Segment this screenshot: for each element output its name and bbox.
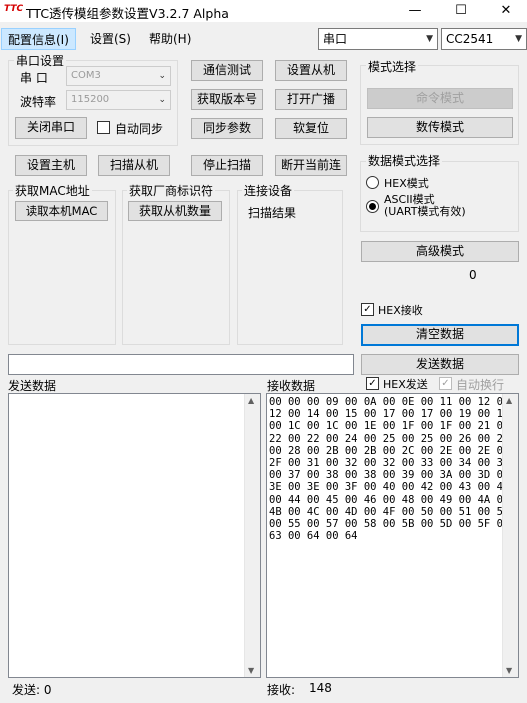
send-count: 发送: 0 xyxy=(12,683,52,697)
chevron-down-icon: ▼ xyxy=(426,34,433,44)
baud-label: 波特率 xyxy=(20,95,57,109)
maximize-button[interactable]: ☐ xyxy=(438,0,484,22)
chevron-down-icon: ⌄ xyxy=(158,95,166,105)
scroll-down-icon[interactable]: ▼ xyxy=(248,666,254,675)
receive-line: 22 00 22 00 24 00 25 00 25 00 26 00 28 xyxy=(269,432,510,445)
com-port-value: COM3 xyxy=(71,70,101,81)
receive-textarea[interactable]: 00 00 00 09 00 0A 00 0E 00 11 00 12 00 12… xyxy=(266,393,519,678)
chevron-down-icon: ▼ xyxy=(515,34,522,44)
transparent-mode-button[interactable]: 数传模式 xyxy=(367,117,513,138)
menu-help[interactable]: 帮助(H) xyxy=(143,28,197,50)
clear-data-button[interactable]: 清空数据 xyxy=(361,324,519,346)
receive-line: 00 37 00 38 00 38 00 39 00 3A 00 3D 00 xyxy=(269,469,510,482)
receive-line: 63 00 64 00 64 xyxy=(269,530,358,543)
auto-wrap-label: 自动换行 xyxy=(456,378,505,392)
receive-line: 12 00 14 00 15 00 17 00 17 00 19 00 1B xyxy=(269,408,510,421)
ascii-mode-radio[interactable] xyxy=(366,200,379,213)
advanced-mode-button[interactable]: 高级模式 xyxy=(361,241,519,262)
close-port-button[interactable]: 关闭串口 xyxy=(15,117,87,139)
app-logo-icon: TTC xyxy=(4,4,24,14)
send-data-button[interactable]: 发送数据 xyxy=(361,354,519,375)
receive-scrollbar[interactable]: ▲ ▼ xyxy=(502,394,518,677)
menu-config-info[interactable]: 配置信息(I) xyxy=(1,28,76,50)
vendor-group-title: 获取厂商标识符 xyxy=(127,182,216,199)
receive-line: 00 28 00 2B 00 2B 00 2C 00 2E 00 2E 00 xyxy=(269,444,510,457)
com-port-select[interactable]: COM3 ⌄ xyxy=(66,66,171,86)
mac-group-title: 获取MAC地址 xyxy=(13,182,92,199)
stop-scan-button[interactable]: 停止扫描 xyxy=(191,155,263,176)
auto-wrap-checkbox[interactable]: ✓ xyxy=(439,377,452,390)
get-version-button[interactable]: 获取版本号 xyxy=(191,89,263,110)
receive-line: 00 00 00 09 00 0A 00 0E 00 11 00 12 00 xyxy=(269,396,510,408)
hex-send-checkbox[interactable]: ✓ xyxy=(366,377,379,390)
scroll-up-icon[interactable]: ▲ xyxy=(506,396,512,405)
receive-line: 4B 00 4C 00 4D 00 4F 00 50 00 51 00 52 xyxy=(269,505,510,518)
receive-line: 3E 00 3E 00 3F 00 40 00 42 00 43 00 44 xyxy=(269,481,510,494)
receive-count-label: 接收: xyxy=(267,683,296,697)
scan-slave-button[interactable]: 扫描从机 xyxy=(98,155,170,176)
scroll-up-icon[interactable]: ▲ xyxy=(248,396,254,405)
read-mac-button[interactable]: 读取本机MAC xyxy=(15,201,108,221)
set-slave-button[interactable]: 设置从机 xyxy=(275,60,347,81)
hex-mode-radio[interactable] xyxy=(366,176,379,189)
receive-line: 2F 00 31 00 32 00 32 00 33 00 34 00 36 xyxy=(269,457,510,470)
comm-test-button[interactable]: 通信测试 xyxy=(191,60,263,81)
receive-line: 00 44 00 45 00 46 00 48 00 49 00 4A 00 xyxy=(269,493,510,506)
auto-sync-label: 自动同步 xyxy=(115,122,164,136)
receive-data-text: 00 00 00 09 00 0A 00 0E 00 11 00 12 00 12… xyxy=(269,396,510,543)
serial-settings-title: 串口设置 xyxy=(14,52,67,69)
port-type-value: 串口 xyxy=(323,32,348,46)
chevron-down-icon: ⌄ xyxy=(158,71,166,81)
scroll-down-icon[interactable]: ▼ xyxy=(506,666,512,675)
hex-receive-label: HEX接收 xyxy=(378,304,423,317)
baud-rate-select[interactable]: 115200 ⌄ xyxy=(66,90,171,110)
send-input[interactable] xyxy=(8,354,354,375)
open-broadcast-button[interactable]: 打开广播 xyxy=(275,89,347,110)
auto-sync-checkbox[interactable] xyxy=(97,121,110,134)
send-area-label: 发送数据 xyxy=(8,379,57,393)
baud-rate-value: 115200 xyxy=(71,94,110,105)
send-scrollbar[interactable]: ▲ ▼ xyxy=(244,394,260,677)
scan-result-label: 扫描结果 xyxy=(248,206,297,220)
mode-group-title: 模式选择 xyxy=(366,58,419,75)
receive-line: 00 55 00 57 00 58 00 5B 00 5D 00 5F 00 xyxy=(269,518,510,531)
sync-params-button[interactable]: 同步参数 xyxy=(191,118,263,139)
chip-value: CC2541 xyxy=(446,32,494,46)
hex-send-label: HEX发送 xyxy=(383,378,428,391)
hex-mode-label: HEX模式 xyxy=(384,177,429,190)
receive-count-value: 148 xyxy=(309,681,332,695)
close-button[interactable]: ✕ xyxy=(483,0,527,22)
connect-group-title: 连接设备 xyxy=(242,182,295,199)
ascii-mode-sublabel: (UART模式有效) xyxy=(384,205,466,218)
send-textarea[interactable]: ▲ ▼ xyxy=(8,393,261,678)
disconnect-button[interactable]: 断开当前连 xyxy=(275,155,347,176)
get-slave-count-button[interactable]: 获取从机数量 xyxy=(128,201,222,221)
hex-receive-checkbox[interactable]: ✓ xyxy=(361,303,374,316)
minimize-button[interactable]: — xyxy=(392,0,438,22)
menu-settings[interactable]: 设置(S) xyxy=(84,28,137,50)
receive-area-label: 接收数据 xyxy=(267,379,316,393)
command-mode-button[interactable]: 命令模式 xyxy=(367,88,513,109)
data-mode-title: 数据模式选择 xyxy=(366,152,443,169)
set-master-button[interactable]: 设置主机 xyxy=(15,155,87,176)
port-label: 串 口 xyxy=(20,71,48,85)
receive-line: 00 1C 00 1C 00 1E 00 1F 00 1F 00 21 00 xyxy=(269,420,510,433)
window-title: TTC透传模组参数设置V3.2.7 Alpha xyxy=(26,6,229,21)
advanced-value: 0 xyxy=(469,268,477,282)
soft-reset-button[interactable]: 软复位 xyxy=(275,118,347,139)
chip-select[interactable]: CC2541 ▼ xyxy=(441,28,527,50)
port-type-select[interactable]: 串口 ▼ xyxy=(318,28,438,50)
